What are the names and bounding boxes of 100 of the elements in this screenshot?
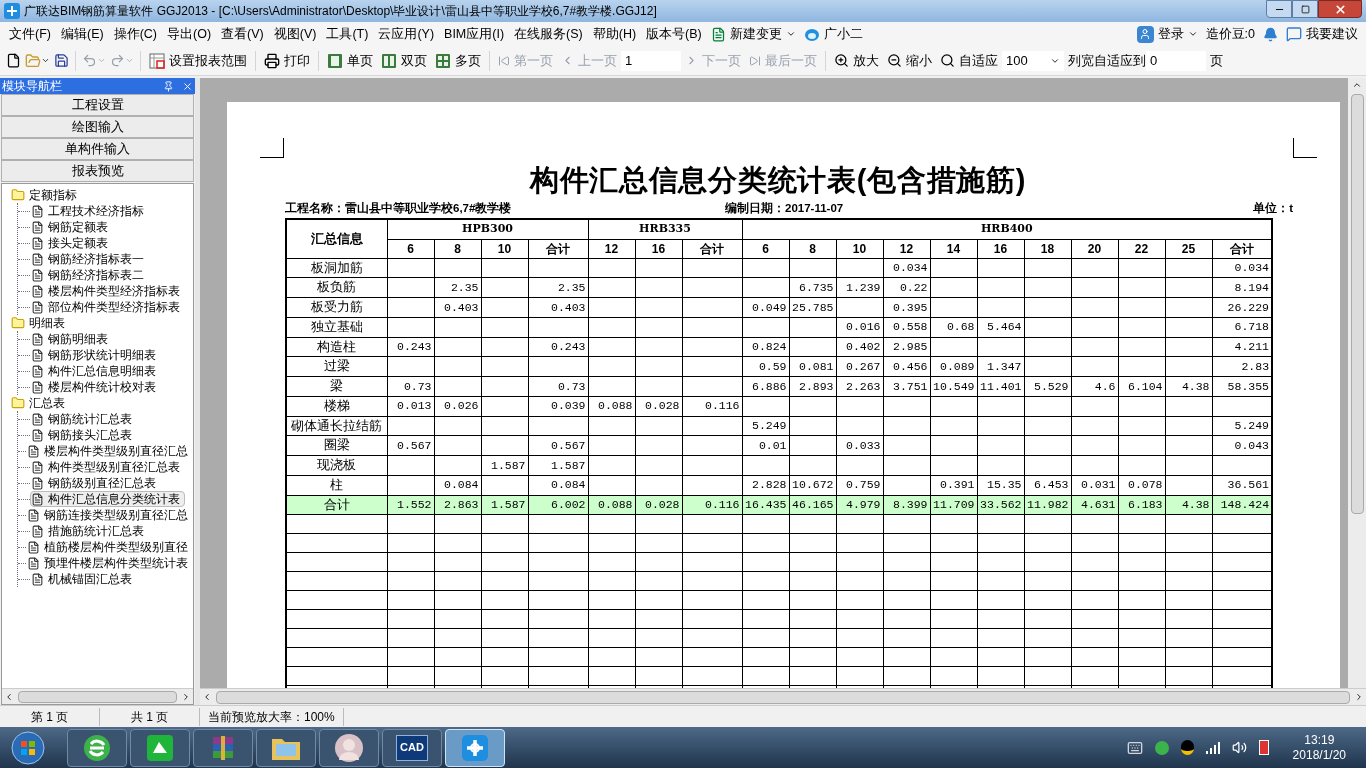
menu-item[interactable]: 编辑(E) [55,24,109,44]
new-change-button[interactable]: 新建变更 [706,24,800,44]
zoom-out-button[interactable]: 缩小 [883,48,936,73]
page-view-button[interactable]: 双页 [377,48,431,73]
zoom-select[interactable]: 100 [1002,50,1064,71]
scroll-up-icon[interactable] [1352,80,1362,90]
document-icon [31,380,44,394]
tree-item[interactable]: 钢筋定额表 [30,219,113,235]
close-icon[interactable] [182,80,193,92]
tree-item[interactable]: 钢筋明细表 [30,331,113,347]
save-button[interactable] [52,53,71,68]
menu-item[interactable]: 帮助(H) [587,24,642,44]
taskbar-app[interactable] [193,728,253,767]
document-icon [27,540,40,554]
scroll-left-icon[interactable] [4,691,14,702]
tree-item[interactable]: 工程技术经济指标 [30,203,149,219]
horizontal-scrollbar[interactable] [2,688,193,704]
menu-item[interactable]: 文件(F) [4,24,56,44]
minimize-button[interactable] [1266,0,1292,18]
document-icon [31,268,44,282]
tree-item[interactable]: 楼层构件统计校对表 [30,379,161,395]
tree-item[interactable]: 钢筋统计汇总表 [30,411,137,427]
tree-item[interactable]: 楼层构件类型经济指标表 [30,283,185,299]
tree-item[interactable]: 部位构件类型经济指标表 [30,299,185,315]
horizontal-scrollbar[interactable] [200,688,1366,705]
maximize-button[interactable] [1292,0,1318,18]
tree-folder[interactable]: 明细表 [11,315,65,331]
nav-section-button[interactable]: 单构件输入 [1,138,194,160]
tree-item[interactable]: 机械锚固汇总表 [30,571,137,587]
tree-item[interactable]: 钢筋形状统计明细表 [30,347,161,363]
zoom-in-button[interactable]: 放大 [830,48,883,73]
scroll-left-icon[interactable] [202,692,212,702]
table-cell: 6.886 [742,376,789,397]
login-button[interactable]: 登录 [1136,24,1198,44]
tree-item[interactable]: 预埋件楼层构件类型统计表 [26,555,193,571]
tree-item[interactable]: 构件类型级别直径汇总表 [30,459,185,475]
assistant-button[interactable]: 广小二 [799,24,867,44]
unit-label: 单位：t [1253,201,1293,217]
vertical-scrollbar[interactable] [1348,78,1366,688]
nav-section-button[interactable]: 绘图输入 [1,116,194,138]
notification-icon[interactable] [1263,26,1278,42]
window-title: 广联达BIM钢筋算量软件 GGJ2013 - [C:\Users\Administrator\Desktop\毕业设计\雷山县中等职业学校6,7#教学楼.GGJ12] [24,3,657,20]
tree-item[interactable]: 构件汇总信息明细表 [30,363,161,379]
table-cell: 0.567 [528,435,588,456]
caret-icon [97,56,106,65]
menu-item[interactable]: 导出(O) [162,24,217,44]
scroll-right-icon[interactable] [181,691,191,702]
scrollbar-thumb[interactable] [18,690,177,703]
taskbar-app[interactable] [256,728,316,767]
scroll-right-icon[interactable] [1354,692,1364,702]
menu-item[interactable]: 工具(T) [321,24,374,44]
fit-button[interactable]: 自适应 [936,48,1002,73]
page-view-button[interactable]: 单页 [323,48,377,73]
tree-item[interactable]: 钢筋经济指标表二 [30,267,149,283]
tree-folder[interactable]: 定额指标 [11,187,77,203]
app-icon [460,732,490,763]
print-button[interactable]: 打印 [260,48,314,73]
table-cell: 1.587 [481,495,528,515]
menu-item[interactable]: 云应用(Y) [373,24,440,44]
tree-connector-line [18,418,30,420]
menu-item[interactable]: BIM应用(I) [439,24,510,44]
report-range-button[interactable]: 设置报表范围 [145,48,251,73]
menu-item[interactable]: 版本号(B) [641,24,707,44]
taskbar-app[interactable] [130,728,190,767]
tree-item[interactable]: 钢筋经济指标表一 [30,251,149,267]
tree-item[interactable]: 楼层构件类型级别直径汇总 [26,443,193,459]
page-number-field[interactable]: 1 [621,50,681,71]
table-header: HRB335 [588,219,742,239]
table-cell: 0.039 [528,396,588,416]
tree-item[interactable]: 构件汇总信息分类统计表 [30,491,185,507]
menu-item[interactable]: 查看(V) [216,24,269,44]
tree-item[interactable]: 钢筋接头汇总表 [30,427,137,443]
suggest-button[interactable]: 我要建议 [1286,24,1358,44]
page-view-button[interactable]: 多页 [431,48,485,73]
table-cell: 0.403 [434,297,481,318]
taskbar-app[interactable]: CAD [382,728,442,767]
redo-icon [110,53,125,68]
menu-item[interactable]: 在线服务(S) [509,24,588,44]
menu-item[interactable]: 视图(V) [268,24,322,44]
tree-item[interactable]: 钢筋级别直径汇总表 [30,475,161,491]
taskbar-app[interactable] [67,728,127,767]
scrollbar-thumb[interactable] [1350,94,1364,514]
tree-item[interactable]: 接头定额表 [30,235,113,251]
row-label: 构造柱 [286,337,387,357]
tree-item[interactable]: 植筋楼层构件类型级别直径 [26,539,193,555]
pin-icon[interactable] [163,80,174,92]
tree-connector-line [18,386,30,388]
tree-item[interactable]: 措施筋统计汇总表 [30,523,149,539]
start-button[interactable] [8,728,48,767]
close-button[interactable] [1318,0,1362,18]
menu-item[interactable]: 操作(C) [108,24,162,44]
nav-section-button[interactable]: 工程设置 [1,94,194,116]
document-icon [31,524,44,538]
column-fit-field[interactable]: 0 [1146,50,1206,71]
tree-folder[interactable]: 汇总表 [11,395,65,411]
nav-section-button[interactable]: 报表预览 [1,160,194,182]
scrollbar-thumb[interactable] [216,690,1350,704]
tree-item[interactable]: 钢筋连接类型级别直径汇总 [26,507,193,523]
taskbar-app[interactable] [319,728,379,767]
table-header: 22 [1118,239,1165,258]
